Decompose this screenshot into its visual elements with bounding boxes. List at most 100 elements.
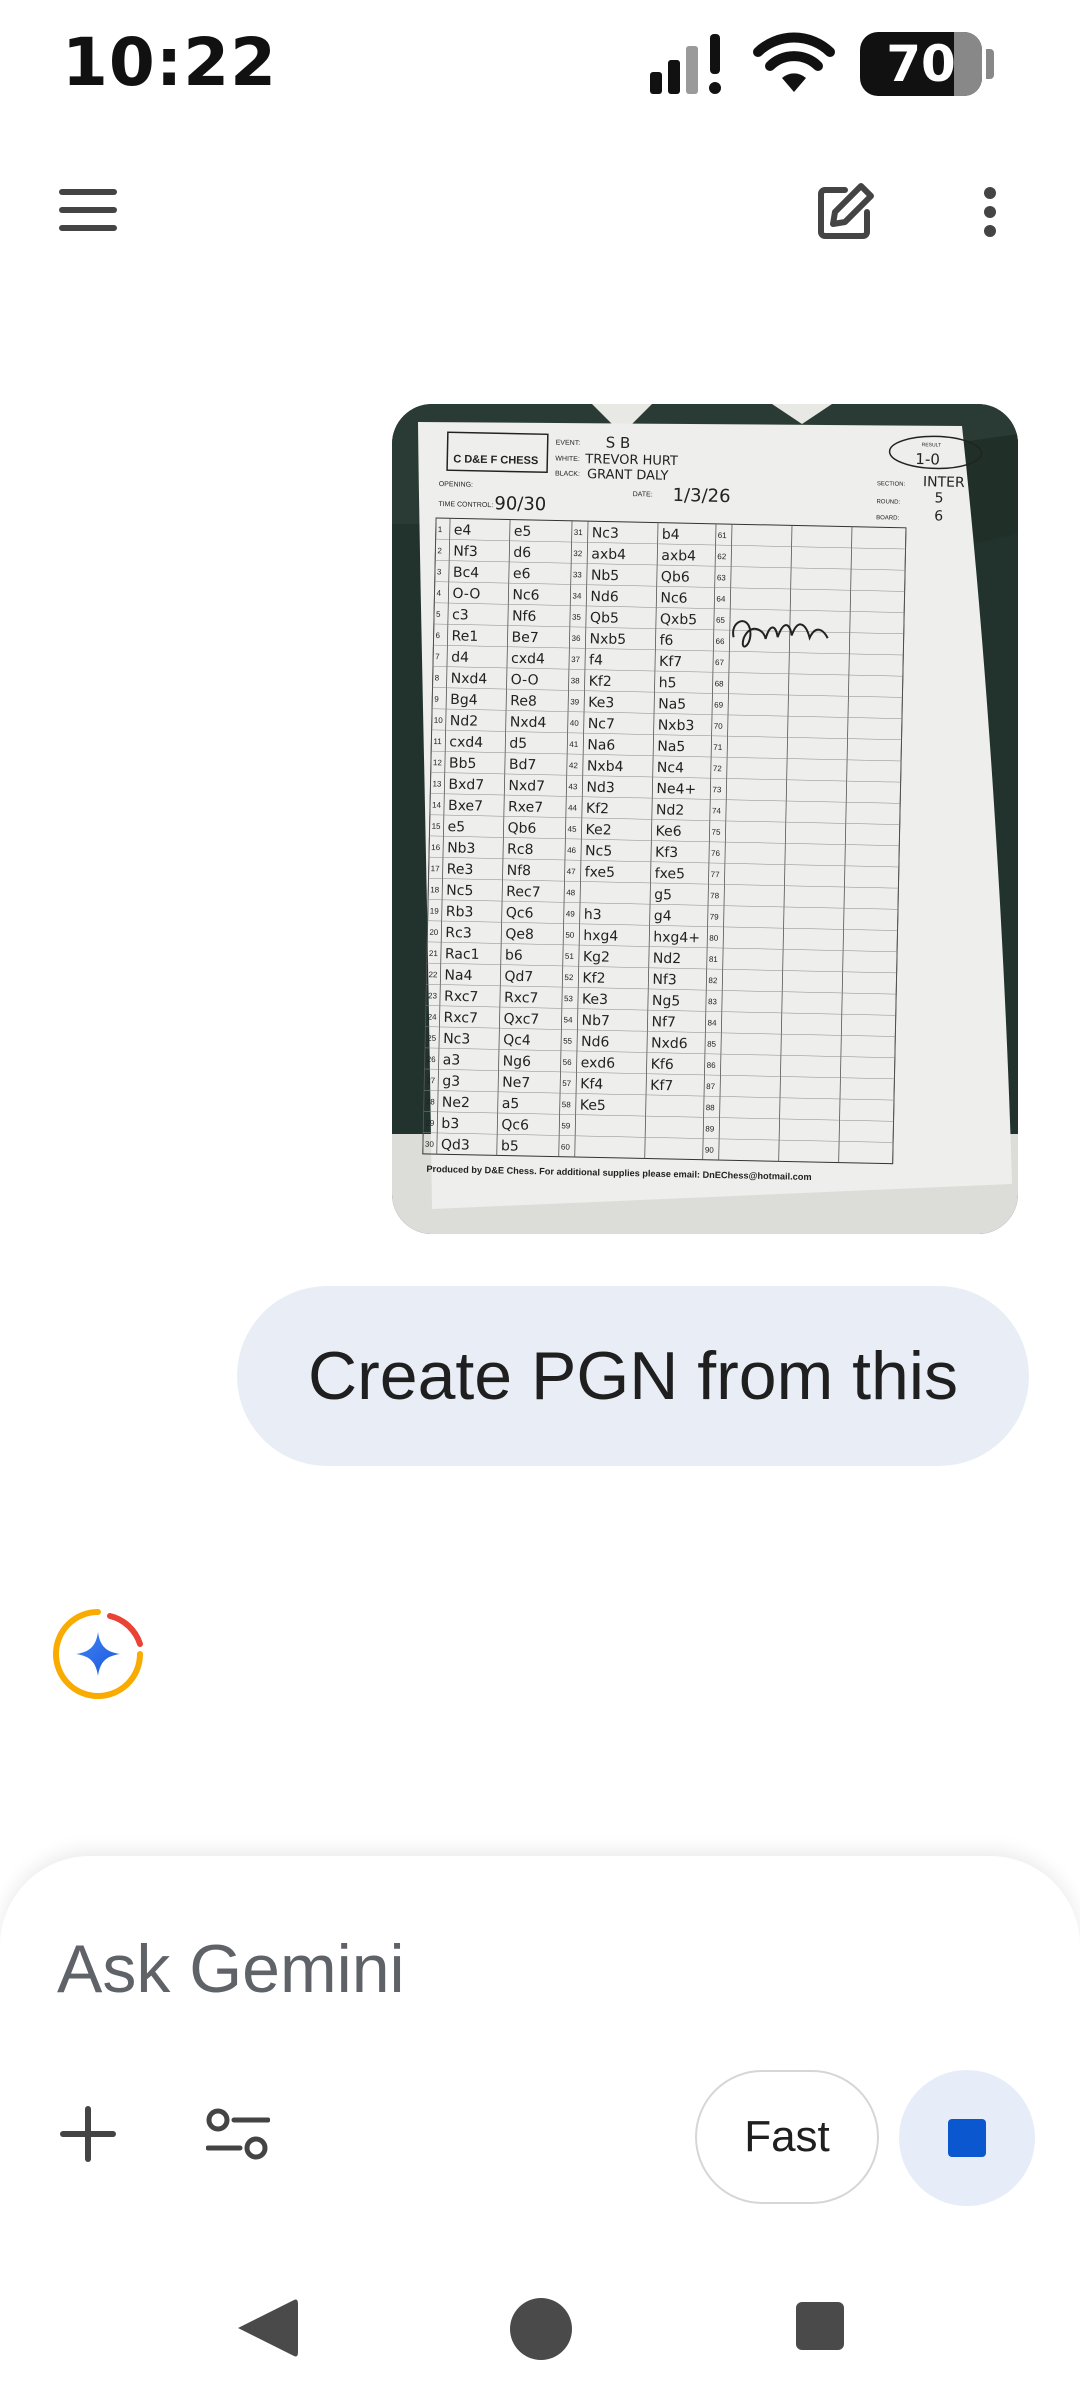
move-number: 51	[565, 952, 575, 961]
move-number: 53	[564, 994, 574, 1003]
nav-recents-icon[interactable]	[796, 2302, 844, 2350]
white-move: Qb5	[590, 610, 619, 627]
move-number: 67	[715, 658, 725, 667]
white-move: Nxb5	[589, 631, 626, 648]
white-move: Ke3	[588, 695, 614, 712]
white-move: axb4	[591, 546, 626, 563]
result-value: 1-0	[915, 450, 940, 469]
user-message-bubble: Create PGN from this	[237, 1286, 1029, 1466]
black-move: Nc6	[660, 590, 687, 607]
move-number: 44	[568, 803, 578, 812]
round-value: 5	[934, 490, 943, 506]
move-number: 73	[712, 785, 722, 794]
move-number: 41	[569, 740, 579, 749]
move-number: 1	[438, 525, 443, 534]
white-move: Re3	[447, 861, 474, 878]
move-number: 87	[706, 1082, 716, 1091]
move-number: 9	[434, 695, 439, 704]
move-number: 68	[715, 679, 725, 688]
time-control-label: TIME CONTROL:	[438, 501, 493, 509]
wifi-icon	[753, 32, 835, 92]
black-move: Kf7	[659, 654, 682, 670]
move-number: 63	[717, 573, 727, 582]
move-number: 25	[427, 1034, 437, 1043]
white-move: Nc5	[585, 843, 612, 860]
black-move: Nxd4	[510, 714, 547, 731]
white-move: Na6	[587, 737, 615, 754]
tools-button[interactable]	[198, 2094, 278, 2174]
white-move: Bg4	[450, 692, 478, 709]
move-number: 29	[425, 1118, 435, 1127]
menu-button[interactable]	[48, 170, 128, 250]
black-move: d5	[509, 736, 527, 752]
white-move: Kf4	[580, 1076, 603, 1092]
white-move: Re1	[451, 628, 478, 645]
white-move: Nf3	[453, 544, 478, 561]
move-number: 71	[713, 743, 723, 752]
move-number: 81	[709, 955, 719, 964]
white-move: Nd2	[450, 713, 479, 730]
stop-button[interactable]	[899, 2070, 1035, 2206]
white-move: a3	[443, 1052, 461, 1068]
move-number: 42	[569, 761, 579, 770]
white-move: Ke2	[585, 822, 611, 839]
black-move: Ne4+	[656, 781, 696, 798]
black-move: Nxd6	[651, 1035, 688, 1052]
black-move: Rxe7	[508, 799, 543, 816]
uploaded-scoresheet-image[interactable]: C D&E F CHESS EVENT: S B WHITE: TREVOR HURT B…	[392, 404, 1018, 1234]
nav-back-icon[interactable]	[232, 2296, 302, 2360]
move-number: 56	[563, 1058, 573, 1067]
white-move: Nc7	[588, 716, 615, 733]
move-number: 46	[567, 846, 577, 855]
black-move: Qb6	[507, 820, 536, 837]
black-move: Qb6	[661, 569, 690, 586]
move-number: 72	[713, 764, 723, 773]
black-move: Ng5	[652, 993, 681, 1010]
new-chat-button[interactable]	[800, 172, 890, 252]
black-move: Nd2	[656, 802, 685, 819]
logo-text: C D&E F CHESS	[453, 453, 538, 467]
move-number: 15	[432, 822, 442, 831]
black-move: e5	[514, 524, 532, 540]
move-number: 21	[429, 949, 439, 958]
move-number: 90	[705, 1146, 715, 1155]
move-number: 84	[707, 1018, 717, 1027]
board-label: BOARD:	[876, 515, 899, 521]
move-number: 30	[425, 1140, 435, 1149]
move-number: 80	[709, 934, 719, 943]
black-move: Nf8	[507, 863, 532, 880]
add-attachment-button[interactable]	[50, 2096, 126, 2172]
white-move: e4	[454, 522, 472, 538]
nav-home-icon[interactable]	[510, 2298, 572, 2360]
black-move: Qe8	[505, 926, 534, 943]
ask-input[interactable]: Ask Gemini	[57, 1930, 405, 2008]
battery-icon: 70	[860, 32, 994, 96]
move-number: 39	[570, 697, 580, 706]
move-number: 43	[568, 782, 578, 791]
white-move: Nb5	[591, 568, 620, 585]
black-move: Na5	[657, 739, 685, 756]
white-move: Rc3	[445, 925, 472, 942]
black-move: Nxd7	[508, 778, 545, 795]
white-move: Nxd4	[451, 671, 488, 688]
black-move: Nxb3	[658, 717, 695, 734]
move-number: 65	[716, 616, 726, 625]
move-number: 62	[717, 552, 727, 561]
model-mode-button[interactable]: Fast	[695, 2070, 879, 2204]
plus-icon	[60, 2106, 116, 2162]
move-number: 52	[564, 973, 574, 982]
black-move: Qc4	[503, 1032, 531, 1049]
black-move: b4	[662, 527, 680, 543]
more-options-button[interactable]	[950, 172, 1030, 252]
black-move: a5	[502, 1096, 520, 1112]
opening-label: OPENING:	[439, 481, 473, 489]
black-move: Qd7	[504, 969, 533, 986]
white-move: hxg4	[583, 928, 618, 945]
move-number: 59	[561, 1121, 571, 1130]
time-control-value: 90/30	[494, 493, 546, 515]
black-move: O-O	[511, 672, 539, 689]
move-number: 3	[437, 567, 442, 576]
move-number: 14	[432, 801, 442, 810]
black-move: Nd2	[653, 951, 682, 968]
move-number: 82	[708, 976, 718, 985]
